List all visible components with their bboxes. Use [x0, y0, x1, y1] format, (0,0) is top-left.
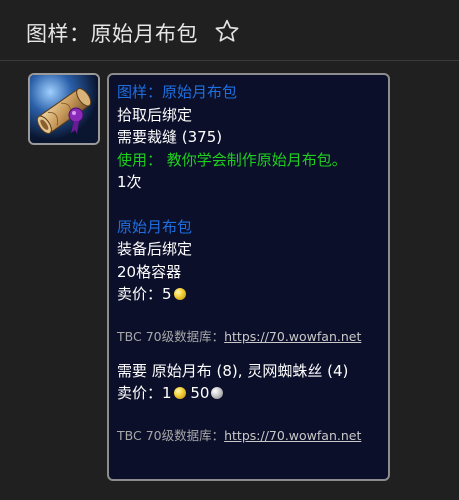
tooltip-binding: 拾取后绑定 — [117, 105, 193, 124]
gold-coin-icon — [173, 387, 186, 399]
item-icon[interactable] — [28, 73, 100, 145]
database-source: TBC 70级数据库：https://70.wowfan.net — [117, 427, 388, 445]
tooltip-sell-price: 卖价：1 50 — [117, 382, 388, 405]
database-source: TBC 70级数据库：https://70.wowfan.net — [117, 328, 388, 346]
sell-gold-amount: 1 — [162, 384, 172, 402]
tooltip-reagents: 需要 原始月布 (8), 灵网蜘蛛丝 (4) — [117, 361, 349, 380]
gold-coin-icon — [173, 288, 186, 300]
tooltip-charges: 1次 — [117, 173, 142, 191]
database-link[interactable]: https://70.wowfan.net — [224, 329, 361, 344]
star-outline-icon — [215, 19, 239, 42]
tooltip-use-text: 使用： 教你学会制作原始月布包。 — [117, 150, 347, 169]
header-bar: 图样：原始月布包 — [0, 0, 459, 61]
sell-price-label: 卖价： — [117, 285, 163, 303]
database-link[interactable]: https://70.wowfan.net — [224, 428, 361, 443]
source-prefix: TBC 70级数据库： — [117, 328, 225, 344]
tooltip-item-name[interactable]: 图样：原始月布包 — [117, 81, 388, 104]
item-tooltip: 图样：原始月布包 拾取后绑定 需要裁缝 (375) 使用： 教你学会制作原始月布… — [107, 73, 390, 481]
sell-gold-amount: 5 — [162, 285, 172, 303]
created-item-binding: 装备后绑定 — [117, 240, 193, 258]
sell-price-label: 卖价： — [117, 384, 163, 402]
page-title: 图样：原始月布包 — [26, 22, 198, 46]
created-item-name[interactable]: 原始月布包 — [117, 216, 388, 239]
tooltip-requirement: 需要裁缝 (375) — [117, 128, 223, 146]
scroll-pattern-icon — [30, 75, 98, 143]
favorite-button[interactable] — [214, 18, 240, 44]
created-item-container: 20格容器 — [117, 262, 182, 281]
page: 图样：原始月布包 图样：原始月布包 拾取后绑定 需要裁缝 (375) 使用： 教… — [0, 0, 459, 500]
sell-silver-amount: 50 — [190, 384, 210, 402]
created-item-sell-price: 卖价：5 — [117, 283, 388, 306]
source-prefix: TBC 70级数据库： — [117, 427, 225, 443]
silver-coin-icon — [211, 387, 224, 399]
